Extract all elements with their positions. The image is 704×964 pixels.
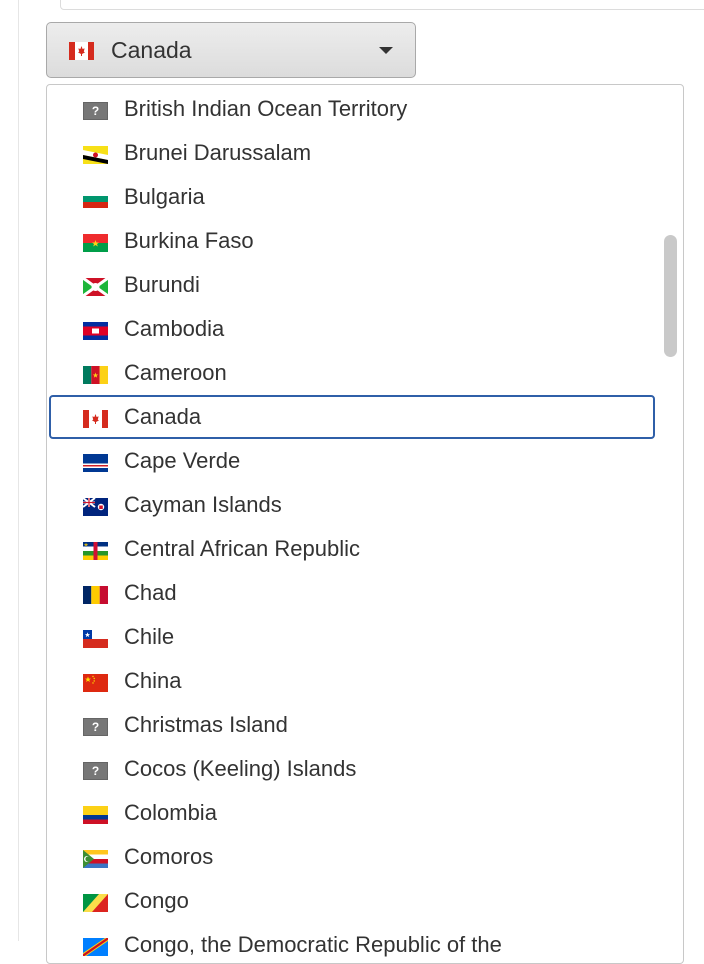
burkina-faso-flag-icon	[83, 234, 108, 252]
cape-verde-flag-icon	[83, 454, 108, 472]
country-option[interactable]: Brunei Darussalam	[47, 131, 659, 175]
country-option[interactable]: Cape Verde	[47, 439, 659, 483]
congo-flag-icon	[83, 894, 108, 912]
scrollbar-thumb[interactable]	[664, 235, 677, 357]
country-option[interactable]: Chad	[47, 571, 659, 615]
colombia-flag-icon	[83, 806, 108, 824]
country-option-label: Burundi	[124, 272, 200, 297]
country-option-label: Cambodia	[124, 316, 225, 341]
country-option-label: Burkina Faso	[124, 228, 254, 253]
country-option-label: Cameroon	[124, 360, 227, 385]
country-option[interactable]: Chile	[47, 615, 659, 659]
canada-flag-icon	[69, 42, 94, 60]
country-option[interactable]: China	[47, 659, 659, 703]
country-option-label: Comoros	[124, 844, 214, 869]
country-option[interactable]: Comoros	[47, 835, 659, 879]
country-option[interactable]: Cambodia	[47, 307, 659, 351]
country-option[interactable]: Cayman Islands	[47, 483, 659, 527]
country-option-label: Central African Republic	[124, 536, 361, 561]
unknown-flag-icon: ?	[83, 762, 108, 780]
country-option[interactable]: ? Christmas Island	[47, 703, 659, 747]
central-african-republic-flag-icon	[83, 542, 108, 560]
country-option[interactable]: ? Cocos (Keeling) Islands	[47, 747, 659, 791]
chevron-down-icon[interactable]	[379, 47, 393, 54]
country-option[interactable]: Burkina Faso	[47, 219, 659, 263]
previous-form-field[interactable]	[60, 0, 704, 10]
brunei-flag-icon	[83, 146, 108, 164]
country-option[interactable]: Burundi	[47, 263, 659, 307]
unknown-flag-icon: ?	[83, 102, 108, 120]
cayman-islands-flag-icon	[82, 497, 108, 516]
country-option-label: Congo, the Democratic Republic of the	[124, 932, 502, 957]
country-option[interactable]: ? British Indian Ocean Territory	[47, 87, 659, 131]
unknown-flag-icon: ?	[83, 718, 108, 736]
country-option-label: Chile	[124, 624, 175, 649]
cameroon-flag-icon	[83, 366, 108, 384]
country-option-label: China	[124, 668, 182, 693]
chile-flag-icon	[83, 630, 108, 648]
page-left-rule	[18, 0, 19, 941]
bulgaria-flag-icon	[83, 190, 108, 208]
country-option-label: British Indian Ocean Territory	[124, 96, 408, 121]
canada-flag-icon	[83, 410, 108, 428]
country-option[interactable]: Congo, the Democratic Republic of the	[47, 923, 659, 963]
cambodia-flag-icon	[83, 322, 108, 340]
country-select[interactable]: Canada	[46, 22, 416, 78]
country-option-label: Cocos (Keeling) Islands	[124, 756, 357, 781]
country-option-label: Chad	[124, 580, 177, 605]
country-option[interactable]: Central African Republic	[47, 527, 659, 571]
selected-country-label: Canada	[111, 36, 192, 63]
china-flag-icon	[83, 674, 108, 692]
country-option[interactable]: Congo	[47, 879, 659, 923]
country-option[interactable]: Bulgaria	[47, 175, 659, 219]
country-option[interactable]: Colombia	[47, 791, 659, 835]
burundi-flag-icon	[82, 276, 109, 298]
country-option-label: Colombia	[124, 800, 217, 825]
country-option-label: Cape Verde	[124, 448, 241, 473]
comoros-flag-icon	[83, 850, 108, 868]
country-option-label: Congo	[124, 888, 189, 913]
country-option-label: Bulgaria	[124, 184, 205, 209]
country-option-selected[interactable]: Canada	[49, 395, 655, 439]
chad-flag-icon	[83, 586, 108, 604]
country-option-label: Canada	[124, 404, 202, 429]
country-options: ? British Indian Ocean Territory Brunei Da…	[47, 87, 659, 963]
country-option-label: Christmas Island	[124, 712, 288, 737]
country-dropdown-list[interactable]: ? British Indian Ocean Territory Brunei Da…	[46, 84, 684, 964]
country-option-label: Brunei Darussalam	[124, 140, 312, 165]
country-option-label: Cayman Islands	[124, 492, 282, 517]
country-option[interactable]: Cameroon	[47, 351, 659, 395]
